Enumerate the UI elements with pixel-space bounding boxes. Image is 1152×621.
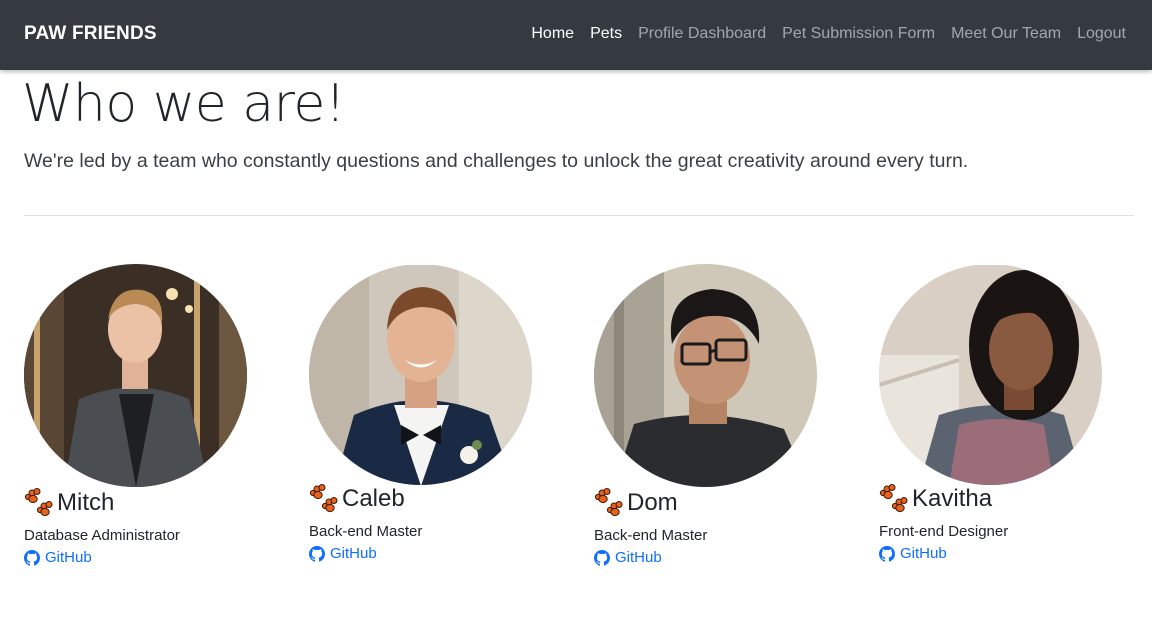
- team-member-card: Mitch Database Administrator GitHub: [24, 264, 284, 566]
- nav-pet-submission-form[interactable]: Pet Submission Form: [782, 25, 935, 43]
- divider: [24, 215, 1134, 216]
- member-name-row: Kavitha: [879, 483, 1139, 515]
- team-member-card: Kavitha Front-end Designer GitHub: [879, 264, 1139, 562]
- member-photo: [309, 264, 532, 485]
- brand-logo[interactable]: PAW FRIENDS: [24, 23, 157, 45]
- paw-icon: [594, 488, 623, 517]
- member-name: Mitch: [57, 489, 115, 516]
- member-role: Front-end Designer: [879, 523, 1009, 540]
- team-member-card: Caleb Back-end Master GitHub: [309, 264, 569, 562]
- github-icon: [879, 545, 895, 562]
- github-link-label: GitHub: [330, 545, 377, 562]
- member-photo: [594, 264, 817, 487]
- paw-icon: [309, 484, 338, 513]
- github-link-label: GitHub: [900, 545, 947, 562]
- nav-links: Home Pets Profile Dashboard Pet Submissi…: [531, 25, 1126, 43]
- page-title: Who we are!: [22, 74, 346, 134]
- github-icon: [594, 549, 610, 566]
- github-icon: [24, 549, 40, 566]
- member-name: Caleb: [342, 485, 405, 512]
- github-icon: [309, 545, 325, 562]
- github-link-label: GitHub: [615, 549, 662, 566]
- member-name: Kavitha: [912, 485, 993, 512]
- team-member-card: Dom Back-end Master GitHub: [594, 264, 854, 566]
- member-photo: [879, 264, 1102, 485]
- github-link[interactable]: GitHub: [24, 549, 284, 566]
- member-role: Database Administrator: [24, 527, 180, 544]
- member-name-row: Dom: [594, 487, 854, 519]
- paw-icon: [879, 484, 908, 513]
- member-photo: [24, 264, 247, 487]
- member-name: Dom: [627, 489, 678, 516]
- member-role: Back-end Master: [594, 527, 708, 544]
- nav-pets[interactable]: Pets: [590, 25, 622, 43]
- nav-logout[interactable]: Logout: [1077, 25, 1126, 43]
- top-navbar: PAW FRIENDS Home Pets Profile Dashboard …: [0, 0, 1152, 70]
- github-link[interactable]: GitHub: [309, 545, 569, 562]
- nav-profile-dashboard[interactable]: Profile Dashboard: [638, 25, 766, 43]
- github-link[interactable]: GitHub: [594, 549, 854, 566]
- member-role: Back-end Master: [309, 523, 423, 540]
- page-lead: We're led by a team who constantly quest…: [24, 150, 969, 172]
- paw-icon: [24, 488, 53, 517]
- github-link[interactable]: GitHub: [879, 545, 1139, 562]
- nav-meet-our-team[interactable]: Meet Our Team: [951, 25, 1061, 43]
- nav-home[interactable]: Home: [531, 25, 574, 43]
- member-name-row: Mitch: [24, 487, 284, 519]
- github-link-label: GitHub: [45, 549, 92, 566]
- member-name-row: Caleb: [309, 483, 569, 515]
